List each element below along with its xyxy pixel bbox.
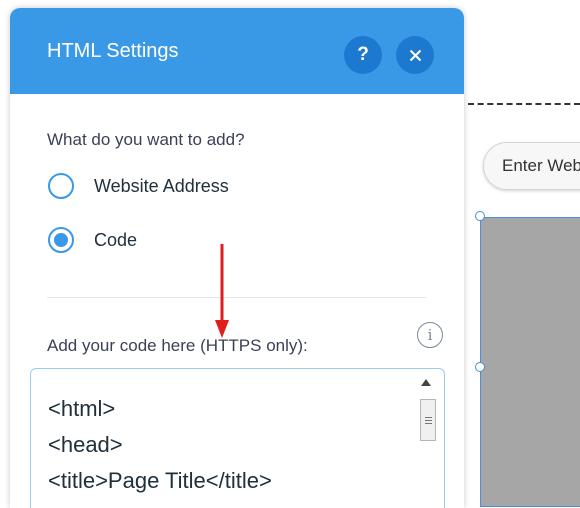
question-label: What do you want to add? (47, 130, 245, 149)
enter-website-label: Enter Website (502, 156, 580, 175)
scroll-thumb[interactable] (420, 399, 436, 441)
radio-button-selected[interactable] (48, 227, 74, 253)
option-website-address[interactable]: Website Address (48, 173, 229, 199)
help-icon: ? (357, 44, 369, 65)
html-element-placeholder[interactable] (480, 217, 580, 507)
divider (47, 297, 426, 298)
enter-website-button[interactable]: Enter Website (483, 142, 580, 190)
panel-header: HTML Settings ? (10, 8, 464, 94)
code-input-label: Add your code here (HTTPS only): (47, 336, 308, 355)
code-textarea[interactable]: <html> <head> <title>Page Title</title> (30, 368, 445, 508)
close-icon (409, 49, 421, 61)
option-code[interactable]: Code (48, 227, 137, 253)
html-settings-panel: HTML Settings ? What do you want to add?… (10, 8, 464, 508)
resize-handle-middle-left[interactable] (475, 362, 485, 372)
panel-title: HTML Settings (47, 40, 179, 62)
dashed-guide-line (468, 103, 580, 105)
scrollbar[interactable] (416, 373, 440, 508)
help-button[interactable]: ? (344, 36, 382, 74)
scroll-up-arrow-icon[interactable] (421, 379, 431, 386)
info-icon[interactable]: i (417, 322, 443, 348)
option-label: Code (94, 229, 138, 250)
option-label: Website Address (94, 175, 229, 196)
code-content: <html> <head> <title>Page Title</title> (48, 396, 272, 493)
resize-handle-top-left[interactable] (475, 211, 485, 221)
red-arrow-annotation (215, 244, 229, 338)
close-button[interactable] (396, 36, 434, 74)
radio-button[interactable] (48, 173, 74, 199)
